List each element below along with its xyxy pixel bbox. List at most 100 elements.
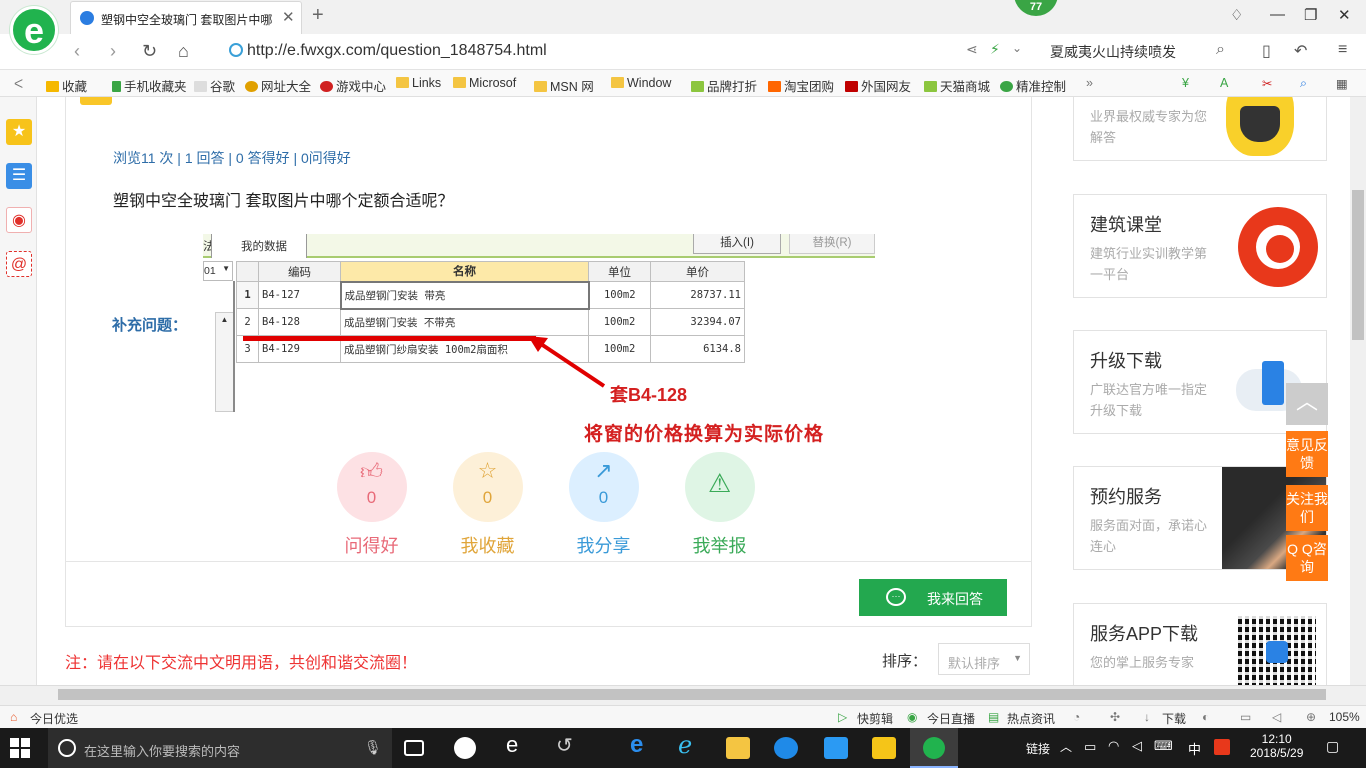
clock[interactable]: 12:10 2018/5/29 <box>1250 732 1303 760</box>
task-view-icon[interactable] <box>404 740 424 756</box>
follow-button[interactable]: 关注我们 <box>1286 485 1328 531</box>
back-icon[interactable]: ‹ <box>74 41 80 62</box>
bookmark-item[interactable]: 外国网友 <box>845 76 911 95</box>
shield-icon[interactable]: ¥ <box>1182 76 1189 90</box>
wifi-icon[interactable]: ◠ <box>1108 738 1119 754</box>
app-g-icon[interactable] <box>774 737 798 759</box>
expert-card[interactable]: 业界最权威专家为您解答 <box>1073 97 1327 161</box>
phone-icon[interactable]: ▯ <box>1262 41 1271 61</box>
window-icon[interactable]: ▭ <box>1240 710 1251 724</box>
tray-expand-icon[interactable]: ︿ <box>1060 738 1072 755</box>
bookmark-item[interactable]: 收藏 <box>46 76 87 95</box>
close-tab-icon[interactable]: ✕ <box>282 8 295 26</box>
favorites-icon[interactable]: ★ <box>6 119 32 145</box>
share-icon[interactable]: ⋖ <box>966 41 978 58</box>
answer-button[interactable]: ··· 我来回答 <box>859 579 1007 616</box>
email-icon[interactable]: @ <box>6 251 32 277</box>
search-small-icon[interactable]: ⌕ <box>1300 76 1307 91</box>
chevron-down-icon[interactable]: ⌄ <box>1012 41 1022 55</box>
status-item[interactable]: 快剪辑 <box>857 710 893 727</box>
bookmark-folder[interactable]: Window <box>611 76 671 90</box>
collapse-icon[interactable]: ᐸ <box>14 76 23 91</box>
course-card[interactable]: 建筑课堂 建筑行业实训教学第一平台 <box>1073 194 1327 298</box>
feedback-button[interactable]: 意见反馈 <box>1286 431 1328 477</box>
search-icon[interactable]: ⌕ <box>1216 41 1225 59</box>
bookmark-folder[interactable]: Microsof <box>453 76 516 90</box>
action-good-question[interactable]: 👍︎ 0 问得好 <box>334 452 409 558</box>
more-bookmarks-icon[interactable]: » <box>1086 76 1093 90</box>
windows-start-icon[interactable] <box>10 738 30 758</box>
volume-icon[interactable]: ◁ <box>1132 738 1142 754</box>
today-picks[interactable]: 今日优选 <box>30 710 78 727</box>
tools-icon[interactable]: ✣ <box>1110 710 1120 724</box>
bookmark-folder[interactable]: Links <box>396 76 441 90</box>
taskbar-search[interactable]: 在这里输入你要搜索的内容 🎙︎ <box>48 728 392 768</box>
app-ie-icon[interactable]: ℯ <box>678 731 702 759</box>
browser-logo-icon[interactable]: e <box>10 6 58 54</box>
sound-icon[interactable]: ◁ <box>1272 710 1281 724</box>
question-stats[interactable]: 浏览11 次 | 1 回答 | 0 答得好 | 0问得好 <box>113 148 351 168</box>
bookmark-item[interactable]: 游戏中心 <box>320 76 386 95</box>
forward-icon[interactable]: › <box>110 41 116 62</box>
minimize-icon[interactable]: — <box>1270 6 1285 23</box>
moon-icon[interactable]: ◐ <box>1202 710 1209 724</box>
status-item[interactable]: 今日直播 <box>927 710 975 727</box>
microphone-icon[interactable]: 🎙︎ <box>364 739 382 756</box>
scissors-icon[interactable]: ✂ <box>1262 76 1272 91</box>
weibo-icon[interactable]: ◉ <box>6 207 32 233</box>
status-item[interactable]: 下载 <box>1162 710 1186 727</box>
sogou-icon[interactable] <box>1214 739 1230 755</box>
back-to-top-icon[interactable]: ︿ <box>1286 383 1328 425</box>
horizontal-scroll-thumb[interactable] <box>58 689 1326 700</box>
translate-icon[interactable]: A <box>1220 76 1228 90</box>
skin-icon[interactable]: ♢ <box>1230 6 1243 24</box>
url-input[interactable]: http://e.fwxgx.com/question_1848754.html <box>226 40 946 64</box>
vertical-scrollbar[interactable] <box>1350 97 1366 687</box>
bookmark-item[interactable]: 手机收藏夹 <box>112 76 187 95</box>
app-download-card[interactable]: 服务APP下载 您的掌上服务专家 <box>1073 603 1327 687</box>
search-input[interactable]: 夏威夷火山持续喷发 <box>1050 42 1176 62</box>
home-icon[interactable]: ⌂ <box>178 41 189 62</box>
action-share[interactable]: ↗ 0 我分享 <box>566 452 641 558</box>
file-explorer-icon[interactable] <box>726 737 750 759</box>
lightning-icon[interactable]: ⚡ <box>990 41 1000 58</box>
vertical-scroll-thumb[interactable] <box>1352 190 1364 340</box>
reading-list-icon[interactable]: ☰ <box>6 163 32 189</box>
sort-select[interactable]: 默认排序 ▼ <box>938 643 1030 675</box>
restore-icon[interactable]: ❐ <box>1304 6 1317 24</box>
bookmark-item[interactable]: 品牌打折 <box>691 76 757 95</box>
app-pinwheel-icon[interactable] <box>454 737 476 759</box>
refresh-icon[interactable]: ↻ <box>142 41 157 62</box>
image-insert-button: 插入(I) <box>693 234 781 254</box>
keyboard-icon[interactable]: ⌨ <box>1154 738 1173 754</box>
status-item[interactable]: 热点资讯 <box>1007 710 1055 727</box>
app-plus-icon[interactable] <box>824 737 848 759</box>
bookmark-item[interactable]: 天猫商城 <box>924 76 990 95</box>
app-notes-icon[interactable] <box>872 737 896 759</box>
ime-indicator[interactable]: 中 <box>1188 739 1201 758</box>
action-report[interactable]: ⚠ 我举报 <box>682 452 757 558</box>
new-tab-icon[interactable]: + <box>312 4 324 27</box>
action-favorite[interactable]: ☆ 0 我收藏 <box>450 452 525 558</box>
app-spiral-icon[interactable]: ↺ <box>556 733 580 757</box>
notification-badge[interactable]: 77 <box>1014 0 1058 16</box>
notifications-icon[interactable]: ▢ <box>1326 738 1339 755</box>
battery-icon[interactable]: ▭ <box>1084 739 1096 755</box>
undo-icon[interactable]: ↶ <box>1294 41 1307 61</box>
bookmark-item[interactable]: 网址大全 <box>245 76 311 95</box>
active-browser-task[interactable] <box>910 728 958 768</box>
app-ie-e-icon[interactable]: e <box>506 732 530 757</box>
zoom-level[interactable]: 105% <box>1329 710 1360 724</box>
browser-tab[interactable]: 塑钢中空全玻璃门 套取图片中哪 ✕ <box>70 1 302 34</box>
close-window-icon[interactable]: ✕ <box>1338 6 1351 24</box>
app-edge-icon[interactable]: e <box>630 731 654 758</box>
bookmark-item[interactable]: 谷歌 <box>194 76 235 95</box>
bookmark-item[interactable]: 精准控制 <box>1000 76 1066 95</box>
speed-icon[interactable]: ◔ <box>1073 710 1080 724</box>
qq-consult-button[interactable]: Q Q咨询 <box>1286 535 1328 581</box>
bookmark-folder[interactable]: MSN 网 <box>534 76 594 95</box>
apps-grid-icon[interactable]: ▦ <box>1336 76 1348 91</box>
tray-link[interactable]: 链接 <box>1026 740 1050 757</box>
bookmark-item[interactable]: 淘宝团购 <box>768 76 834 95</box>
menu-icon[interactable]: ≡ <box>1338 41 1347 59</box>
